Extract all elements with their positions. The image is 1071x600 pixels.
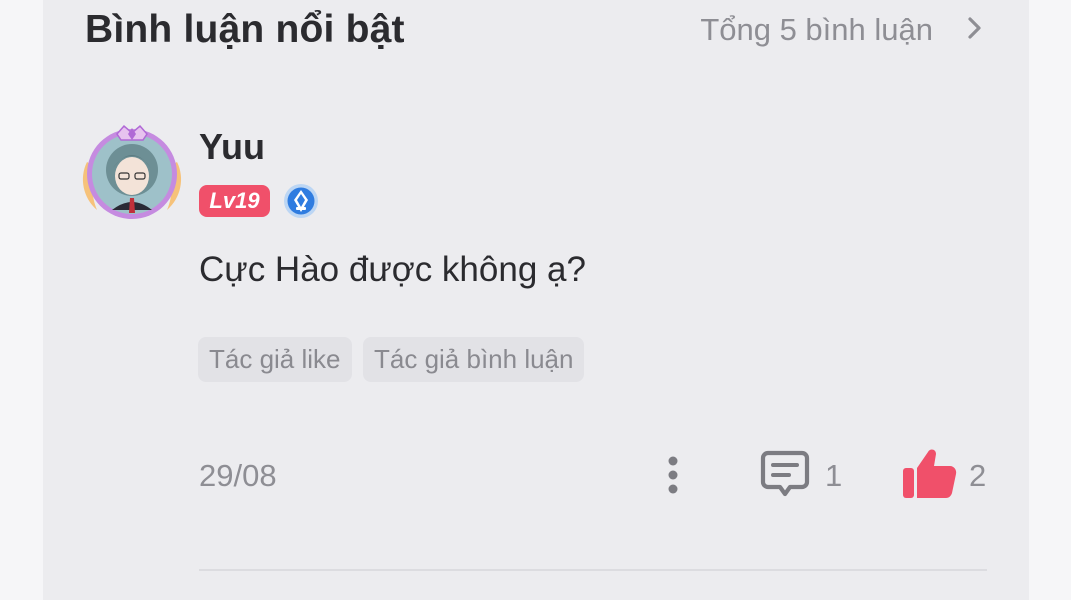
- section-title: Bình luận nổi bật: [85, 8, 405, 51]
- featured-comments-card: Bình luận nổi bật Tổng 5 bình luận Yuu L…: [43, 0, 1029, 600]
- divider: [199, 569, 987, 571]
- like-count: 2: [969, 458, 987, 493]
- comment-date: 29/08: [199, 458, 277, 493]
- reply-count: 1: [825, 458, 843, 493]
- username[interactable]: Yuu: [199, 126, 265, 168]
- author-liked-tag: Tác giả like: [198, 337, 352, 382]
- comment-text: Cực Hào được không ạ?: [199, 250, 586, 289]
- avatar[interactable]: [79, 118, 185, 224]
- chevron-right-icon[interactable]: [963, 14, 987, 42]
- comment-icon[interactable]: [759, 448, 811, 500]
- author-replied-tag: Tác giả bình luận: [363, 337, 585, 382]
- more-vertical-icon[interactable]: [658, 452, 688, 498]
- total-comments-link[interactable]: Tổng 5 bình luận: [700, 12, 933, 48]
- level-badge: Lv19: [199, 185, 270, 217]
- thumbs-up-icon[interactable]: [901, 446, 957, 500]
- page: Bình luận nổi bật Tổng 5 bình luận Yuu L…: [0, 0, 1071, 600]
- verified-badge-icon: [284, 184, 318, 218]
